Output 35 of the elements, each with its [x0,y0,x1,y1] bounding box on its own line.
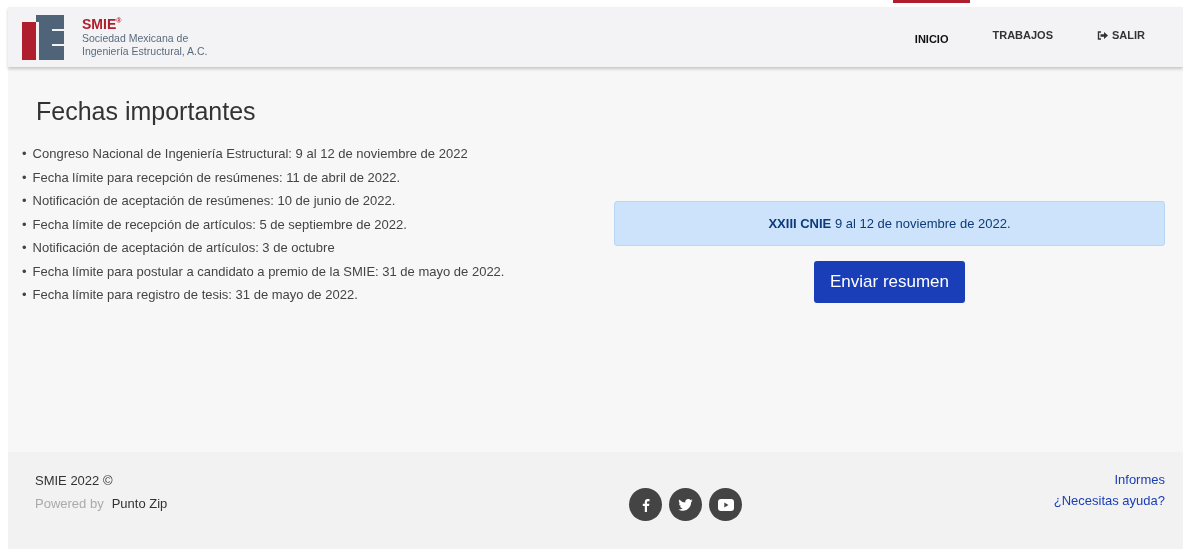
nav-tab[interactable]: TRABAJOS [970,0,1075,67]
date-item: Fecha límite para recepción de resúmenes: 11 de abril de 2022. [32,168,401,187]
footer-link[interactable]: ¿Necesitas ayuda? [1053,493,1165,508]
date-item: Notificación de aceptación de artículos: 3 de octubre [32,239,335,257]
date-item: Fecha límite para postular a candidato a premio de la SMIE: 31 de mayo de 2022. [32,262,505,281]
social-link[interactable] [629,488,662,521]
bird-icon [678,498,693,511]
page-title: Fechas importantes [36,97,257,126]
logo-icon [22,14,64,60]
list-bullet: • [22,192,27,210]
play-icon [717,498,734,511]
brand-subtitle: Sociedad Mexicana de [82,32,190,45]
notice-alert: XXIII CNIE 9 al 12 de noviembre de 2022. [614,201,1165,246]
copyright-text: SMIE 2022 © [35,473,114,488]
list-bullet: • [22,262,27,281]
date-item: Fecha límite para registro de tesis: 31 de mayo de 2022. [32,286,358,304]
date-item: Notificación de aceptación de resúmenes: 10 de junio de 2022. [32,192,396,210]
powered-by-label: Powered by [35,496,104,511]
list-bullet: • [22,168,27,187]
facebook-icon [641,497,650,512]
date-item: Congreso Nacional de Ingeniería Estructural: 9 al 12 de noviembre de 2022 [32,145,468,163]
list-bullet: • [22,215,27,234]
list-bullet: • [22,239,27,257]
footer-link[interactable]: Informes [1114,472,1165,487]
date-item: Fecha límite de recepción de artículos: 5 de septiembre de 2022. [32,215,407,234]
list-bullet: • [22,145,27,163]
powered-by-link[interactable]: Punto Zip [111,496,168,511]
brand-name: SMIE$^{®}$ [82,16,123,32]
brand-subtitle: Ingeniería Estructural, A.C. [82,45,208,58]
list-bullet: • [22,286,27,304]
social-link[interactable] [669,488,702,521]
nav-tab[interactable]: SALIR [1075,0,1167,67]
logout-icon [1097,30,1108,40]
social-link[interactable] [709,488,742,521]
submit-abstract-button[interactable]: Enviar resumen [813,261,966,303]
